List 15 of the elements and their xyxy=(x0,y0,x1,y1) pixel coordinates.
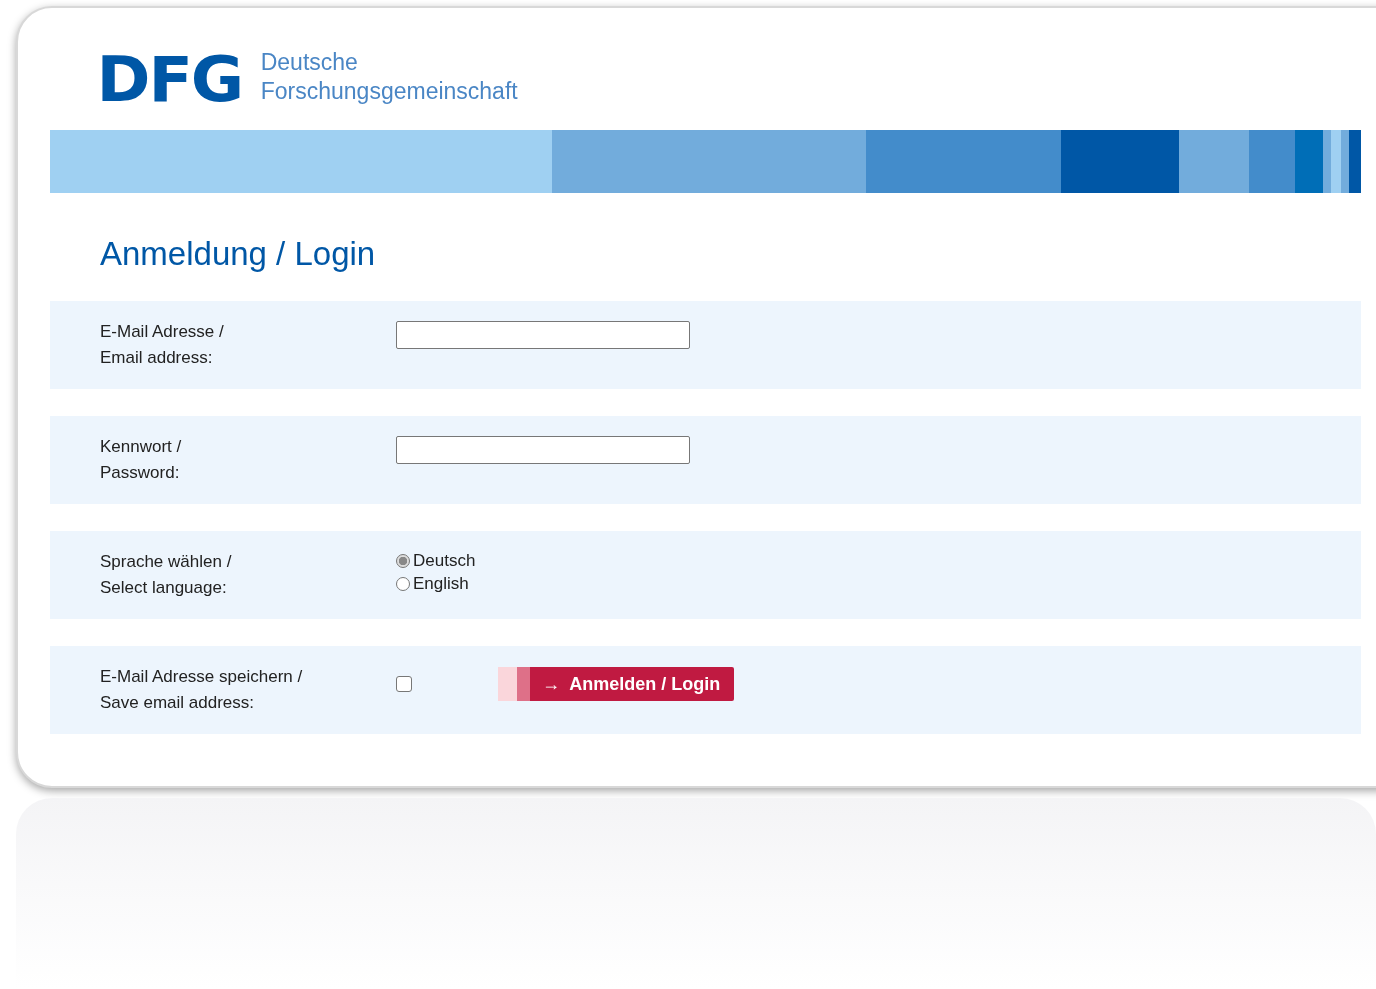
logo-text: Deutsche xyxy=(260,48,359,77)
language-option[interactable]: Deutsch xyxy=(396,550,476,571)
radio-button[interactable] xyxy=(396,553,410,568)
field-label: Kennwort / Password: xyxy=(100,437,182,482)
email-field[interactable] xyxy=(396,321,690,349)
field-label: E-Mail Adresse speichern / Save email address: xyxy=(100,667,303,712)
language-option[interactable]: English xyxy=(396,573,476,594)
field-label: Sprache wählen / Select language: xyxy=(100,552,232,597)
logo-mark: DFG xyxy=(96,52,243,108)
logo-text: Forschungsgemeinschaft xyxy=(260,77,518,106)
save-email-checkbox[interactable] xyxy=(396,676,412,692)
password-field[interactable] xyxy=(396,436,690,464)
radio-button[interactable] xyxy=(396,576,410,591)
page-title: Anmeldung / Login xyxy=(99,234,377,274)
field-label: E-Mail Adresse / Email address: xyxy=(100,322,224,367)
